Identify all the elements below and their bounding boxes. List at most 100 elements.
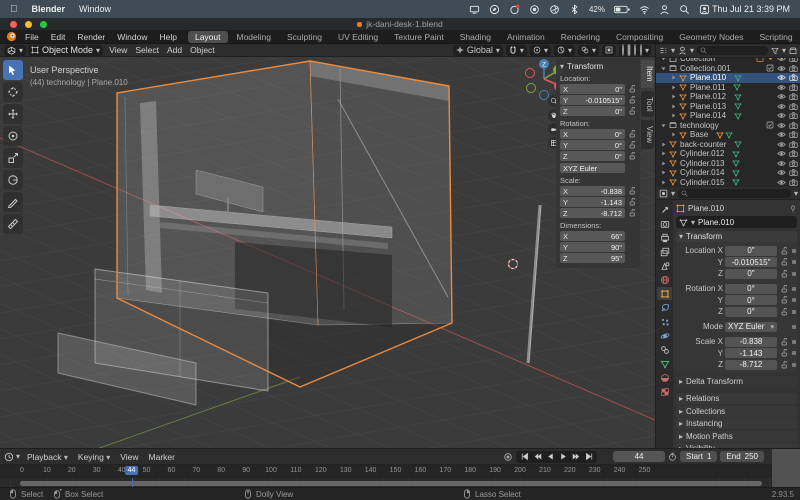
properties-search-input[interactable]	[678, 189, 791, 198]
viewport-menu-view[interactable]: View	[105, 45, 131, 55]
disable-render-camera-icon[interactable]	[789, 83, 798, 92]
snap-toggle[interactable]: ▾	[506, 45, 527, 56]
timeline-menu-view[interactable]: View	[115, 452, 143, 462]
transform-value-field[interactable]: 0"	[725, 246, 777, 256]
record-icon[interactable]	[529, 4, 540, 15]
properties-options-dropdown[interactable]: ▾	[794, 189, 798, 198]
topbar-menu-help[interactable]: Help	[153, 32, 182, 42]
lock-icon[interactable]	[627, 187, 636, 195]
bluetooth-icon[interactable]	[569, 4, 580, 15]
transform-tool-button[interactable]	[3, 170, 23, 190]
hide-eye-icon[interactable]	[777, 83, 786, 92]
hide-eye-icon[interactable]	[777, 159, 786, 168]
workspace-tab-shading[interactable]: Shading	[453, 31, 498, 43]
overlays-toggle[interactable]: ▾	[578, 45, 599, 56]
expand-icon[interactable]	[660, 179, 667, 186]
lock-icon[interactable]	[627, 209, 636, 217]
hide-eye-icon[interactable]	[777, 121, 786, 130]
location-y-field[interactable]: Y-0.010515"	[560, 95, 625, 105]
disable-render-camera-icon[interactable]	[789, 92, 798, 101]
transform-value-field[interactable]: XYZ Euler▾	[725, 322, 777, 332]
workspace-tab-layout[interactable]: Layout	[188, 31, 228, 43]
properties-tab-texture[interactable]	[657, 385, 672, 398]
hide-eye-icon[interactable]	[777, 130, 786, 139]
disable-render-camera-icon[interactable]	[789, 178, 798, 186]
play-reverse-button[interactable]	[544, 452, 556, 462]
properties-tab-world[interactable]	[657, 273, 672, 286]
hide-eye-icon[interactable]	[777, 168, 786, 177]
expand-icon[interactable]	[670, 93, 677, 100]
outliner-row-base[interactable]: Base	[656, 130, 800, 140]
panel-collections[interactable]: ▸Collections	[676, 406, 797, 417]
profile-icon[interactable]	[699, 4, 710, 15]
xray-toggle[interactable]	[602, 45, 616, 56]
panel-relations[interactable]: ▸Relations	[676, 393, 797, 404]
viewport-menu-select[interactable]: Select	[131, 45, 163, 55]
properties-tab-output[interactable]	[657, 231, 672, 244]
scale-x-field[interactable]: X-0.838	[560, 186, 625, 196]
transform-value-field[interactable]: 0°	[725, 295, 777, 305]
topbar-menu-edit[interactable]: Edit	[45, 32, 72, 42]
menu-window[interactable]: Window	[79, 4, 111, 14]
workspace-tab-geometry-nodes[interactable]: Geometry Nodes	[672, 31, 750, 43]
transform-panel-header[interactable]: ▾Transform	[560, 62, 636, 71]
lock-icon[interactable]	[627, 152, 636, 160]
lock-icon[interactable]	[627, 107, 636, 115]
display-mode-dropdown[interactable]: ▾	[671, 46, 675, 55]
lock-icon[interactable]	[627, 198, 636, 206]
orientation-selector[interactable]: Global ▾	[453, 45, 503, 56]
hide-eye-icon[interactable]	[777, 178, 786, 186]
collapse-icon[interactable]	[660, 65, 667, 72]
disable-render-camera-icon[interactable]	[789, 121, 798, 130]
animate-property-dot[interactable]	[790, 363, 797, 367]
cursor-tool-button[interactable]	[3, 82, 23, 102]
lock-icon[interactable]	[779, 308, 788, 316]
wifi-icon[interactable]	[639, 4, 650, 15]
workspace-tab-texture-paint[interactable]: Texture Paint	[387, 31, 451, 43]
move-tool-button[interactable]	[3, 104, 23, 124]
expand-icon[interactable]	[660, 141, 667, 148]
app-badge-icon[interactable]	[509, 4, 520, 15]
properties-tab-modifiers[interactable]	[657, 301, 672, 314]
workspace-tab-rendering[interactable]: Rendering	[554, 31, 607, 43]
display-icon[interactable]	[469, 4, 480, 15]
user-icon[interactable]	[659, 4, 670, 15]
transform-value-field[interactable]: -0.838	[725, 337, 777, 347]
disable-render-camera-icon[interactable]	[789, 149, 798, 158]
hide-eye-icon[interactable]	[777, 111, 786, 120]
transform-value-field[interactable]: 0°	[725, 284, 777, 294]
animate-property-dot[interactable]	[790, 260, 797, 264]
properties-tab-material[interactable]	[657, 371, 672, 384]
hide-eye-icon[interactable]	[777, 140, 786, 149]
hide-eye-icon[interactable]	[777, 58, 786, 63]
compass-icon[interactable]	[489, 4, 500, 15]
expand-icon[interactable]	[670, 103, 677, 110]
lock-icon[interactable]	[779, 338, 788, 346]
outliner-row-cylinder-014[interactable]: Cylinder.014	[656, 168, 800, 178]
properties-display-icon[interactable]	[659, 189, 668, 198]
lock-icon[interactable]	[779, 349, 788, 357]
lock-icon[interactable]	[779, 296, 788, 304]
disable-render-camera-icon[interactable]	[789, 64, 798, 73]
workspace-tab-sculpting[interactable]: Sculpting	[280, 31, 329, 43]
outliner-row-plane-010[interactable]: Plane.010	[656, 73, 800, 83]
rotation-z-field[interactable]: Z0°	[560, 151, 625, 161]
app-menu[interactable]: Blender	[32, 4, 66, 14]
animate-property-dot[interactable]	[790, 272, 797, 276]
expand-icon[interactable]	[660, 169, 667, 176]
expand-icon[interactable]	[670, 84, 677, 91]
transform-panel-toggle[interactable]: ▾Transform	[676, 231, 797, 242]
animate-property-dot[interactable]	[790, 310, 797, 314]
outliner-row-plane-011[interactable]: Plane.011	[656, 83, 800, 93]
blender-logo-icon[interactable]	[6, 31, 17, 42]
expand-icon[interactable]	[670, 112, 677, 119]
shading-solid-button[interactable]	[627, 44, 631, 56]
expand-icon[interactable]	[670, 131, 677, 138]
current-frame-indicator[interactable]: 44	[125, 466, 139, 475]
topbar-menu-window[interactable]: Window	[111, 32, 153, 42]
scale-y-field[interactable]: Y-1.143	[560, 197, 625, 207]
disable-render-camera-icon[interactable]	[789, 130, 798, 139]
rotation-x-field[interactable]: X0°	[560, 129, 625, 139]
n-panel-tab-item[interactable]: Item	[641, 60, 654, 88]
dimensions-z-field[interactable]: Z95"	[560, 253, 625, 263]
